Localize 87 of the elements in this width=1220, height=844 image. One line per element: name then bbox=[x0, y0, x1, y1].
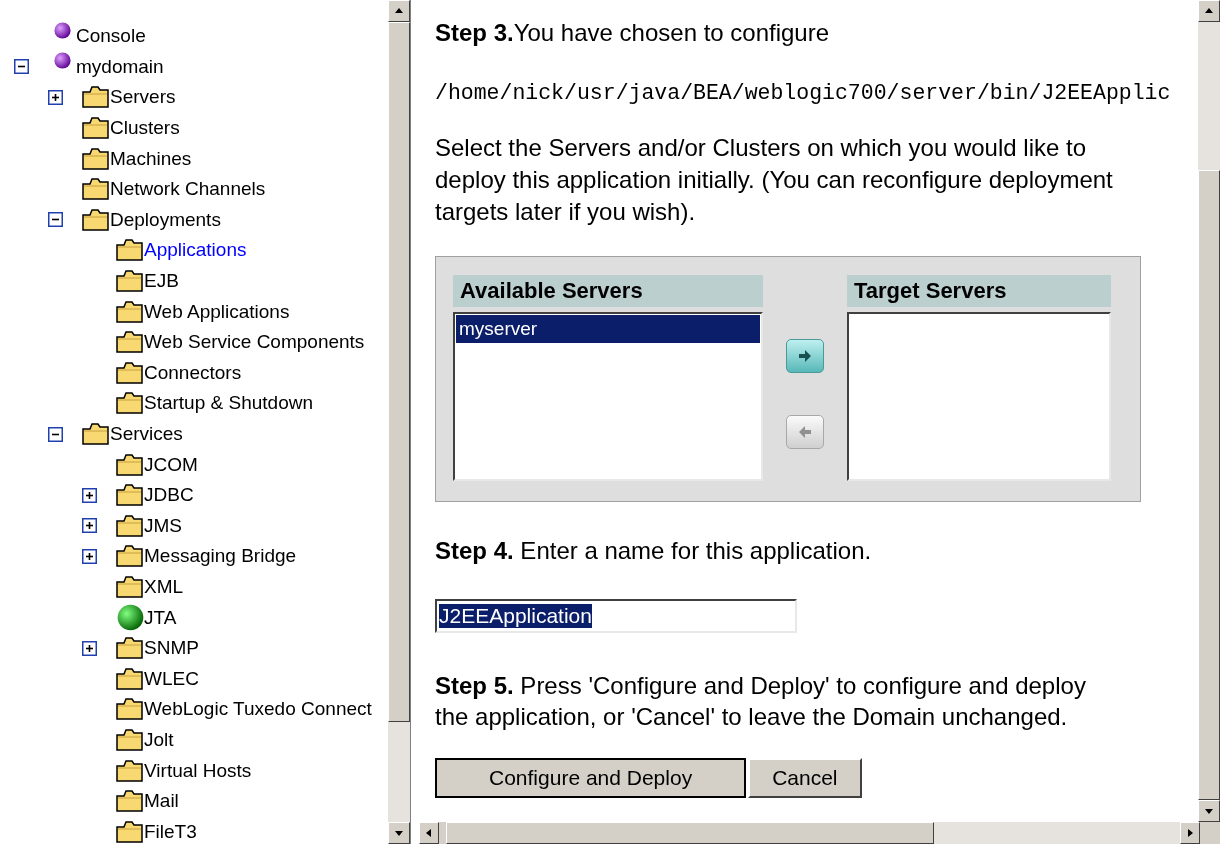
right-arrow-icon bbox=[796, 348, 814, 364]
vertical-scrollbar[interactable] bbox=[1197, 0, 1220, 822]
tree-toggle[interactable] bbox=[82, 548, 97, 564]
tree-item[interactable]: Virtual Hosts bbox=[144, 759, 252, 782]
list-heading: Available Servers bbox=[453, 275, 763, 307]
application-name-field[interactable]: J2EEApplication bbox=[435, 599, 797, 633]
orb-icon bbox=[53, 21, 71, 39]
tree-toggle[interactable] bbox=[48, 212, 63, 228]
tree-item[interactable]: XML bbox=[144, 576, 184, 598]
folder-icon bbox=[116, 300, 144, 323]
tree-item[interactable]: Machines bbox=[110, 147, 192, 170]
tree-item[interactable]: Network Channels bbox=[110, 178, 266, 201]
tree-toggle[interactable] bbox=[82, 518, 97, 534]
tree-item[interactable]: Services bbox=[110, 423, 183, 445]
instructions-text: Select the Servers and/or Clusters on which you would like to deploy this application initially. (You can reconfigure deployment targets later if you wish). bbox=[435, 133, 1114, 227]
tree-item[interactable]: JTA bbox=[144, 606, 177, 629]
folder-icon bbox=[82, 208, 110, 231]
orb-icon bbox=[53, 52, 71, 70]
folder-icon bbox=[116, 698, 144, 721]
scrollbar-thumb[interactable] bbox=[388, 22, 410, 722]
scroll-up-arrow[interactable] bbox=[394, 6, 404, 16]
tree-item[interactable]: WebLogic Tuxedo Connect bbox=[144, 698, 372, 721]
scroll-down-arrow[interactable] bbox=[394, 828, 404, 838]
configure-deploy-button[interactable]: Configure and Deploy bbox=[435, 758, 747, 798]
tree-item[interactable]: SNMP bbox=[144, 637, 199, 660]
folder-icon bbox=[82, 147, 110, 170]
tree-item[interactable]: mydomain bbox=[76, 55, 164, 78]
tree-item[interactable]: Servers bbox=[110, 86, 176, 109]
tree-item[interactable]: Startup & Shutdown bbox=[144, 392, 313, 415]
tree-item[interactable]: WLEC bbox=[144, 667, 199, 690]
tree-item[interactable]: Console bbox=[76, 25, 146, 48]
tree-toggle[interactable] bbox=[48, 426, 63, 442]
vertical-scrollbar[interactable] bbox=[387, 0, 410, 844]
cancel-button[interactable]: Cancel bbox=[748, 758, 862, 798]
tree-toggle[interactable] bbox=[82, 487, 97, 503]
tree-item[interactable]: JDBC bbox=[144, 484, 194, 507]
tree-item[interactable]: Applications bbox=[144, 239, 247, 262]
tree-item[interactable]: JMS bbox=[144, 514, 182, 537]
folder-icon bbox=[116, 361, 144, 384]
add-server-button[interactable] bbox=[786, 339, 824, 373]
folder-icon bbox=[82, 423, 110, 445]
folder-icon bbox=[116, 820, 144, 843]
tree-item[interactable]: Web Applications bbox=[144, 300, 290, 323]
tree-item[interactable]: Jolt bbox=[144, 728, 174, 751]
tree-item[interactable]: FileT3 bbox=[144, 820, 197, 843]
folder-icon bbox=[116, 514, 144, 537]
tree-toggle[interactable] bbox=[14, 59, 29, 75]
step-instructions: Step 5. Press 'Configure and Deploy' to configure and deploy the application, or 'Cancel' to leave the Domain unchanged. bbox=[435, 671, 1087, 732]
folder-icon bbox=[116, 453, 144, 476]
scroll-right-arrow[interactable] bbox=[1185, 828, 1195, 838]
folder-icon bbox=[116, 239, 144, 262]
step-heading: Step 3.You have chosen to configure bbox=[435, 18, 831, 48]
step-heading: Step 4. Enter a name for this application. bbox=[435, 537, 873, 565]
list-heading: Target Servers bbox=[847, 275, 1111, 307]
tree-item[interactable]: Web Service Components bbox=[144, 331, 365, 354]
folder-icon bbox=[116, 484, 144, 507]
list-option[interactable]: myserver bbox=[456, 315, 760, 343]
tree-item[interactable]: Connectors bbox=[144, 361, 242, 384]
scroll-down-arrow[interactable] bbox=[1204, 806, 1214, 816]
folder-icon bbox=[116, 392, 144, 415]
status-orb-icon bbox=[116, 604, 144, 632]
folder-icon bbox=[82, 178, 110, 201]
scrollbar-thumb[interactable] bbox=[446, 822, 934, 844]
server-listbox[interactable]: myserver bbox=[453, 312, 763, 481]
folder-icon bbox=[116, 667, 144, 690]
scrollbar-thumb[interactable] bbox=[1198, 170, 1220, 800]
tree-item[interactable]: Deployments bbox=[110, 208, 221, 231]
folder-icon bbox=[116, 545, 144, 568]
folder-icon bbox=[116, 331, 144, 354]
folder-icon bbox=[116, 728, 144, 751]
tree-item[interactable]: Mail bbox=[144, 790, 179, 813]
folder-icon bbox=[116, 270, 144, 293]
tree-toggle[interactable] bbox=[48, 90, 63, 105]
scroll-left-arrow[interactable] bbox=[424, 828, 434, 838]
folder-icon bbox=[116, 790, 144, 813]
tree-toggle[interactable] bbox=[82, 640, 97, 656]
folder-icon bbox=[82, 117, 110, 140]
folder-icon bbox=[116, 576, 144, 598]
folder-icon bbox=[116, 637, 144, 660]
file-path: /home/nick/usr/java/BEA/weblogic700/server/bin/J2EEApplic bbox=[435, 81, 1172, 105]
folder-icon bbox=[82, 86, 110, 109]
tree-item[interactable]: EJB bbox=[144, 270, 179, 293]
tree-item[interactable]: Clusters bbox=[110, 117, 180, 140]
tree-item[interactable]: Messaging Bridge bbox=[144, 545, 297, 568]
folder-icon bbox=[116, 759, 144, 782]
scroll-up-arrow[interactable] bbox=[1204, 6, 1214, 16]
tree-item[interactable]: JCOM bbox=[144, 453, 198, 476]
